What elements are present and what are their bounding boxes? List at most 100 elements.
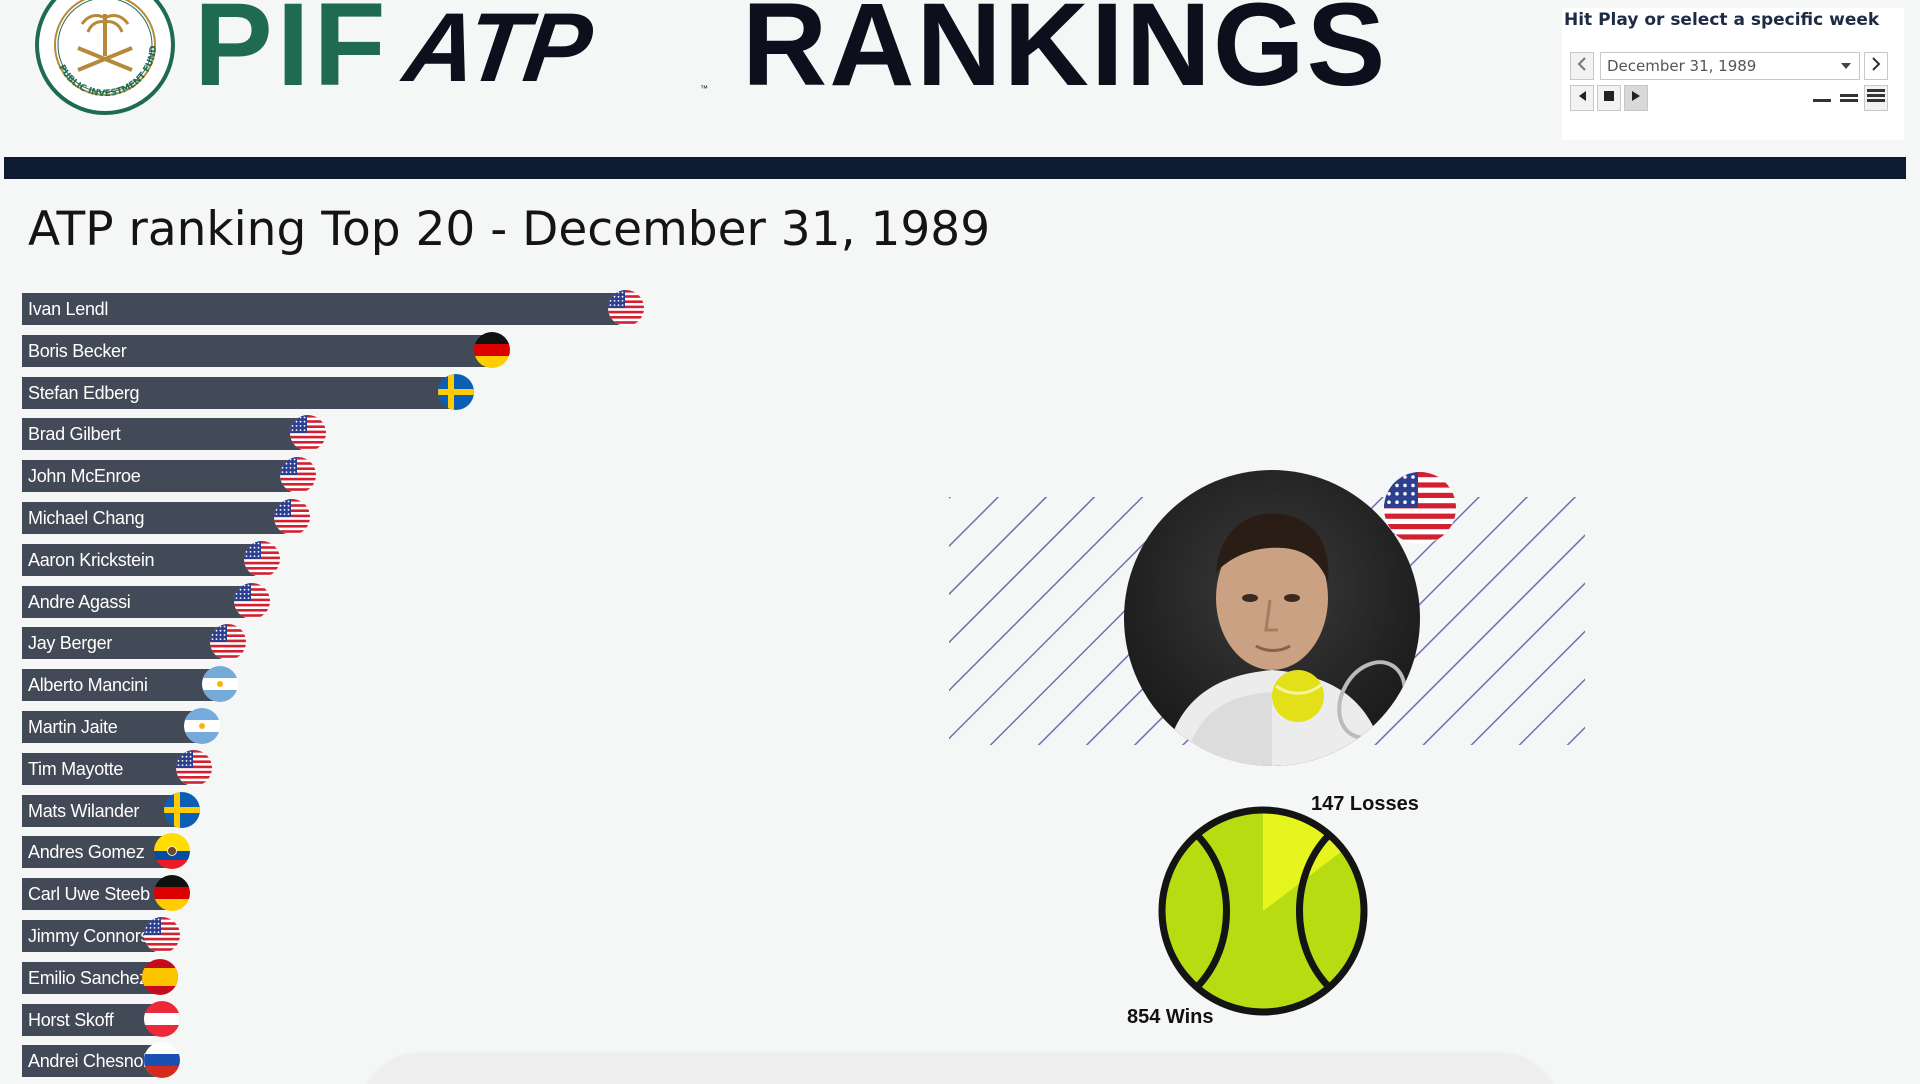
ranking-bar: Andrei Chesnokov — [22, 1045, 171, 1078]
flag-usa-icon — [210, 624, 246, 661]
player-name: Andre Agassi — [28, 591, 131, 612]
ranking-row: Horst Skoff — [22, 1000, 202, 1037]
flag-esp-icon — [142, 958, 178, 995]
flag-swe-icon — [438, 373, 474, 410]
ranking-row: Carl Uwe Steeb — [22, 875, 212, 912]
ranking-row: Tim Mayotte — [22, 749, 234, 786]
ranking-bar: Mats Wilander — [22, 794, 182, 827]
ranking-row: Andre Agassi — [22, 582, 292, 619]
ranking-bar: Alberto Mancini — [22, 669, 220, 702]
stop-button[interactable] — [1597, 85, 1621, 111]
ranking-bar: Jay Berger — [22, 627, 228, 660]
ranking-row: Andres Gomez — [22, 833, 212, 870]
ranking-bar: John McEnroe — [22, 460, 298, 493]
ranking-row: Emilio Sanchez — [22, 958, 200, 995]
week-select-value: December 31, 1989 — [1607, 57, 1757, 75]
wins-losses-ball-chart — [1158, 806, 1368, 1016]
ranking-bars: Ivan Lendl Boris Becker Stefan Edberg Brad … — [0, 0, 900, 1084]
player-flag-usa — [1384, 472, 1456, 544]
player-name: Aaron Krickstein — [28, 549, 155, 570]
next-week-button[interactable] — [1864, 52, 1888, 80]
stop-icon — [1603, 89, 1615, 107]
ranking-bar: Emilio Sanchez — [22, 961, 160, 994]
ranking-row: Andrei Chesnokov — [22, 1042, 202, 1079]
ranking-bar: Jimmy Connors — [22, 920, 162, 952]
control-heading: Hit Play or select a specific week — [1564, 10, 1880, 30]
ranking-row: Aaron Krickstein — [22, 540, 302, 577]
flag-usa-icon — [274, 499, 310, 535]
player-name: Jimmy Connors — [28, 926, 150, 946]
flag-ger-icon — [154, 875, 190, 912]
player-name: Michael Chang — [28, 508, 145, 528]
player-name: Martin Jaite — [28, 717, 118, 737]
flag-usa-icon — [234, 582, 270, 619]
player-name: Andres Gomez — [28, 842, 145, 863]
play-icon — [1631, 89, 1641, 107]
ranking-bar: Ivan Lendl — [22, 293, 626, 325]
ranking-bar: Andres Gomez — [22, 836, 172, 869]
step-back-icon — [1577, 89, 1587, 107]
ranking-row: Martin Jaite — [22, 708, 242, 744]
player-name: Ivan Lendl — [28, 299, 109, 319]
chevron-left-icon — [1577, 56, 1587, 76]
flag-usa-icon — [280, 457, 316, 494]
player-photo — [1124, 470, 1420, 766]
week-select[interactable]: December 31, 1989 — [1600, 52, 1860, 80]
ranking-bar: Tim Mayotte — [22, 752, 194, 785]
player-name: Boris Becker — [28, 340, 127, 361]
player-name: John McEnroe — [28, 466, 141, 487]
ranking-bar: Boris Becker — [22, 334, 492, 367]
ranking-row: Boris Becker — [22, 331, 532, 368]
view-compact-icon — [1813, 89, 1831, 108]
ranking-row: John McEnroe — [22, 457, 338, 494]
player-name: Tim Mayotte — [28, 758, 124, 779]
player-name: Horst Skoff — [28, 1009, 114, 1030]
flag-ecu-icon — [154, 833, 190, 870]
ranking-row: Stefan Edberg — [22, 373, 496, 410]
chevron-right-icon — [1871, 56, 1881, 76]
flag-urs-icon — [144, 1042, 180, 1079]
ranking-row: Jimmy Connors — [22, 917, 202, 953]
player-name: Carl Uwe Steeb — [28, 884, 150, 905]
flag-arg-icon — [202, 666, 238, 703]
ranking-row: Jay Berger — [22, 624, 268, 661]
wins-label: 854 Wins — [1127, 1006, 1214, 1028]
speed-slow-button[interactable] — [1810, 85, 1834, 111]
flag-usa-icon — [608, 290, 644, 326]
speed-medium-button[interactable] — [1837, 85, 1861, 111]
caret-down-icon — [1841, 63, 1851, 69]
play-button[interactable] — [1624, 85, 1648, 111]
flag-ger-icon — [474, 331, 510, 368]
ranking-row: Alberto Mancini — [22, 666, 260, 703]
ranking-row: Michael Chang — [22, 499, 332, 535]
player-name: Jay Berger — [28, 633, 113, 654]
player-name: Alberto Mancini — [28, 675, 148, 696]
flag-swe-icon — [164, 791, 200, 828]
player-name: Emilio Sanchez — [28, 967, 148, 988]
player-name: Mats Wilander — [28, 800, 140, 821]
ranking-bar: Carl Uwe Steeb — [22, 878, 172, 911]
ranking-bar: Michael Chang — [22, 502, 292, 534]
prev-week-button[interactable] — [1570, 52, 1594, 80]
view-list-icon — [1867, 88, 1885, 109]
flag-usa-icon — [244, 540, 280, 577]
ranking-bar: Martin Jaite — [22, 711, 202, 743]
ranking-bar: Brad Gilbert — [22, 418, 308, 451]
flag-usa-icon — [290, 415, 326, 452]
ranking-bar: Andre Agassi — [22, 585, 252, 618]
ranking-row: Mats Wilander — [22, 791, 222, 828]
player-name: Brad Gilbert — [28, 424, 121, 445]
ranking-bar: Horst Skoff — [22, 1003, 162, 1036]
flag-usa-icon — [144, 917, 180, 953]
ranking-row: Brad Gilbert — [22, 415, 348, 452]
flag-arg-icon — [184, 708, 220, 744]
step-back-button[interactable] — [1570, 85, 1594, 111]
player-name: Stefan Edberg — [28, 382, 140, 403]
view-normal-icon — [1840, 89, 1858, 108]
flag-aut-icon — [144, 1000, 180, 1037]
losses-label: 147 Losses — [1311, 793, 1419, 815]
speed-fast-button[interactable] — [1864, 85, 1888, 111]
bottom-panel-edge — [360, 1056, 1560, 1084]
ranking-bar: Aaron Krickstein — [22, 543, 262, 576]
ranking-row: Ivan Lendl — [22, 290, 666, 326]
